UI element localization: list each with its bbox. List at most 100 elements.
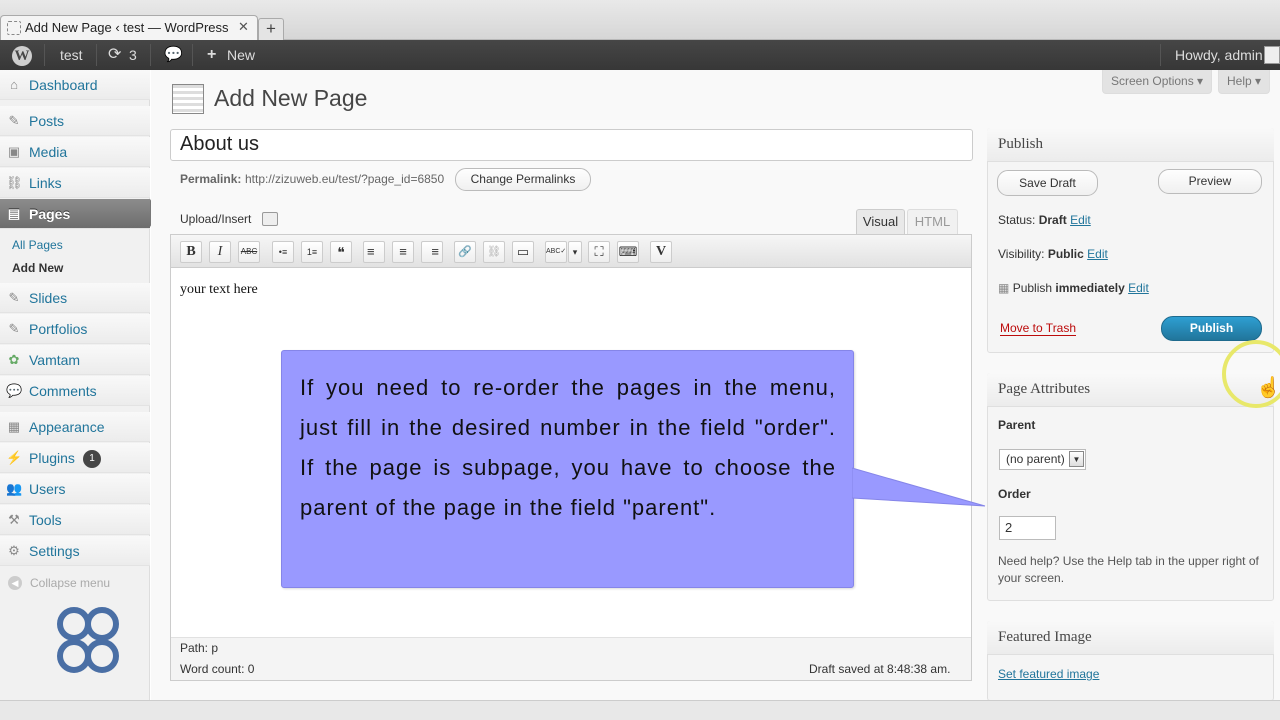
howdy-user-link[interactable]: Howdy, admin — [1175, 40, 1263, 70]
permalink-label: Permalink: — [180, 172, 242, 186]
sidebar-item-portfolios[interactable]: ✎ Portfolios — [0, 314, 150, 344]
plus-icon[interactable]: + — [207, 40, 216, 70]
preview-button[interactable]: Preview — [1158, 169, 1262, 194]
plugins-update-badge: 1 — [83, 450, 101, 468]
new-tab-button[interactable]: + — [258, 18, 284, 40]
browser-tab[interactable]: Add New Page ‹ test — WordPress ✕ — [0, 15, 258, 41]
sidebar-item-label: Pages — [29, 206, 71, 222]
new-content-link[interactable]: New — [227, 40, 255, 70]
spellcheck-dropdown-button[interactable]: ▾ — [568, 241, 582, 263]
sidebar-item-vamtam[interactable]: ✿ Vamtam — [0, 345, 150, 375]
help-tab[interactable]: Help ▾ — [1218, 70, 1271, 94]
admin-bar-divider — [150, 44, 151, 66]
hand-cursor-icon: ☝ — [1256, 377, 1280, 399]
admin-bar-divider — [96, 44, 97, 66]
plug-icon: ⚡ — [6, 450, 23, 465]
page-favicon-icon — [7, 21, 21, 35]
chevron-down-icon[interactable]: ▼ — [1069, 451, 1084, 467]
insert-more-button[interactable]: ▭ — [512, 241, 534, 263]
edit-status-link[interactable]: Edit — [1070, 213, 1091, 227]
order-input[interactable]: 2 — [999, 516, 1056, 540]
page-attributes-title: Page Attributes — [998, 381, 1091, 397]
unlink-button[interactable]: ⛓ — [483, 241, 505, 263]
align-left-button[interactable]: ≡ — [363, 241, 385, 263]
screen-options-tab[interactable]: Screen Options ▾ — [1102, 70, 1213, 94]
sidebar-item-dashboard[interactable]: ⌂ Dashboard — [0, 70, 150, 100]
sidebar-item-appearance[interactable]: ▦ Appearance — [0, 412, 150, 442]
permalink-url[interactable]: http://zizuweb.eu/test/?page_id=6850 — [245, 172, 444, 186]
edit-visibility-link[interactable]: Edit — [1087, 247, 1108, 261]
bold-button[interactable]: B — [180, 241, 202, 263]
callout-text: If you need to re-order the pages in the… — [300, 375, 836, 520]
sidebar-item-links[interactable]: ⛓ Links — [0, 168, 150, 198]
strikethrough-button[interactable]: ABC — [238, 241, 260, 263]
status-value: Draft — [1038, 213, 1067, 227]
avatar[interactable] — [1264, 46, 1280, 64]
admin-bar-divider — [192, 44, 193, 66]
updates-icon[interactable]: ⟳ — [108, 40, 121, 70]
spellcheck-button[interactable]: ABC✓ — [545, 241, 567, 263]
status-label: Status: — [998, 213, 1036, 227]
editor-path: Path: p — [180, 641, 219, 655]
sidebar-item-comments[interactable]: 💬 Comments — [0, 376, 150, 406]
sidebar-item-settings[interactable]: ⚙ Settings — [0, 536, 150, 566]
comments-bubble-icon[interactable]: 💬 — [164, 40, 183, 70]
move-to-trash-link[interactable]: Move to Trash — [1000, 321, 1077, 336]
sidebar-item-slides[interactable]: ✎ Slides — [0, 283, 150, 313]
tab-html[interactable]: HTML — [907, 209, 958, 234]
sidebar-item-label: Appearance — [29, 419, 105, 435]
align-center-button[interactable]: ≡ — [392, 241, 414, 263]
set-featured-image-link[interactable]: Set featured image — [998, 667, 1099, 681]
kitchen-sink-button[interactable]: ⌨ — [617, 241, 639, 263]
edit-publish-date-link[interactable]: Edit — [1128, 281, 1149, 295]
admin-bar: W test ⟳ 3 💬 + New Howdy, admin — [0, 40, 1280, 70]
sidebar-item-label: Users — [29, 481, 66, 497]
sidebar-item-label: Tools — [29, 512, 62, 528]
fullscreen-button[interactable]: ⛶ — [588, 241, 610, 263]
dashboard-icon: ⌂ — [10, 77, 18, 92]
numbered-list-button[interactable]: 1≡ — [301, 241, 323, 263]
wordpress-logo-icon[interactable]: W — [12, 46, 32, 66]
close-tab-icon[interactable]: ✕ — [238, 19, 249, 35]
publish-button[interactable]: Publish — [1161, 316, 1262, 341]
add-media-icon[interactable] — [262, 212, 278, 226]
sidebar-item-users[interactable]: 👥 Users — [0, 474, 150, 504]
sidebar-item-tools[interactable]: ⚒ Tools — [0, 505, 150, 535]
order-label: Order — [998, 487, 1031, 501]
sidebar-item-label: Slides — [29, 290, 68, 306]
collapse-menu-link[interactable]: Collapse menu — [30, 576, 110, 590]
submenu-all-pages[interactable]: All Pages — [12, 238, 63, 252]
upload-insert-label: Upload/Insert — [180, 212, 252, 226]
sidebar-item-media[interactable]: ▣ Media — [0, 137, 150, 167]
admin-bar-divider — [44, 44, 45, 66]
settings-icon: ⚙ — [8, 543, 20, 558]
sidebar-item-pages[interactable]: ▤ Pages — [0, 199, 150, 229]
sidebar-item-plugins[interactable]: ⚡ Plugins — [0, 443, 150, 473]
plugin-v-button[interactable]: V — [650, 241, 672, 263]
insert-link-button[interactable]: 🔗 — [454, 241, 476, 263]
publish-date-label: Publish — [1012, 281, 1053, 295]
post-title-input[interactable]: About us — [170, 129, 973, 161]
submenu-add-new[interactable]: Add New — [12, 261, 63, 275]
browser-tab-title: Add New Page ‹ test — WordPress — [25, 20, 229, 35]
pages-icon: ▤ — [7, 206, 21, 221]
users-icon: 👥 — [6, 481, 23, 496]
align-right-button[interactable]: ≡ — [421, 241, 443, 263]
sidebar-item-posts[interactable]: ✎ Posts — [0, 106, 150, 136]
save-draft-button[interactable]: Save Draft — [997, 170, 1098, 196]
featured-image-title: Featured Image — [998, 629, 1092, 645]
italic-button[interactable]: I — [209, 241, 231, 263]
media-icon: ▣ — [7, 144, 21, 159]
change-permalinks-button[interactable]: Change Permalinks — [455, 168, 591, 191]
sidebar-item-label: Plugins — [29, 450, 75, 466]
bullet-list-button[interactable]: •≡ — [272, 241, 294, 263]
blockquote-button[interactable]: ❝ — [330, 241, 352, 263]
editor-body-text[interactable]: your text here — [180, 282, 258, 298]
site-name-link[interactable]: test — [60, 40, 83, 70]
parent-label: Parent — [998, 418, 1036, 432]
tab-visual[interactable]: Visual — [856, 209, 905, 234]
visibility-row: Visibility: Public Edit — [998, 247, 1108, 261]
page-icon — [172, 84, 204, 114]
updates-count[interactable]: 3 — [129, 40, 137, 70]
collapse-arrow-icon[interactable]: ◀ — [8, 576, 22, 590]
